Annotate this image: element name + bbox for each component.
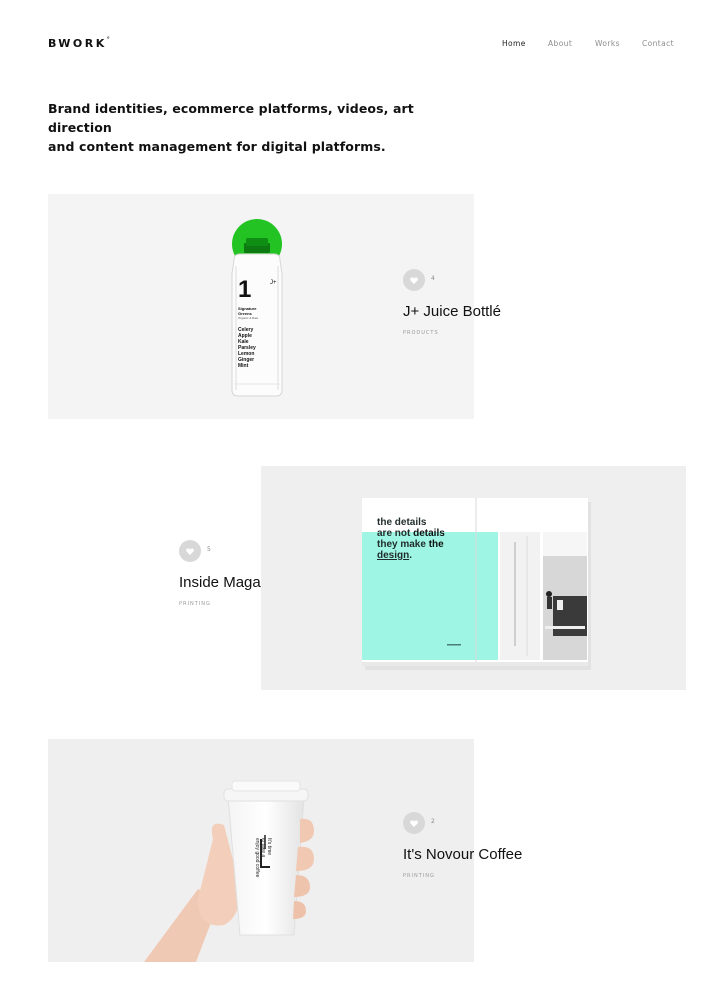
magazine-line-2a: are not: [377, 528, 414, 539]
bottle-ingredients: Celery Apple Kale Parsley Lemon Ginger M…: [238, 327, 278, 369]
like-count: 2: [431, 818, 435, 825]
cup-text-3: enjoy good coffee: [254, 838, 260, 878]
bottle-label: 1 J+ Signature Greens Organic & Raw Cele…: [238, 278, 278, 370]
like-count: 5: [207, 546, 211, 553]
like-row: 2: [403, 812, 522, 836]
project-info-juice-bottle: 4 J+ Juice Bottlé PRODUCTS: [403, 269, 501, 336]
magazine-line-2b: details: [413, 528, 445, 539]
intro-line-2: and content management for digital platf…: [48, 139, 386, 154]
magazine-line-3a: they make: [377, 539, 429, 550]
like-button[interactable]: [179, 540, 201, 562]
bottle-subtitle-3: Organic & Raw: [238, 316, 259, 320]
cup-text-1: It's time: [266, 838, 272, 856]
nav-home[interactable]: Home: [502, 39, 526, 48]
like-row: 4: [403, 269, 501, 293]
magazine-line-3: they make the: [377, 539, 445, 550]
cup-text: It's time to take a enjoy good coffee: [254, 838, 272, 877]
bottle-brand: J+: [270, 280, 277, 286]
magazine-line-4: design.: [377, 550, 445, 561]
intro-line-1: Brand identities, ecommerce platforms, v…: [48, 101, 414, 135]
magazine-line-4a: design: [377, 550, 410, 561]
cup-text-2: to take a: [260, 838, 266, 858]
magazine-line-2: are not details: [377, 528, 445, 539]
project-info-coffee: 2 It's Novour Coffee PRINTING: [403, 812, 522, 879]
magazine-line-3b: the: [428, 539, 444, 550]
magazine-line-1: the details: [377, 517, 427, 528]
project-category: PRODUCTS: [403, 330, 439, 336]
magazine-headline: the details are not details they make th…: [377, 517, 445, 561]
heart-icon: [410, 276, 418, 284]
ingredient: Mint: [238, 363, 249, 369]
heart-icon: [410, 819, 418, 827]
nav-about[interactable]: About: [548, 39, 572, 48]
magazine-illustration: [362, 498, 591, 670]
like-button[interactable]: [403, 269, 425, 291]
like-count: 4: [431, 275, 435, 282]
main-nav: Home About Works Contact: [0, 39, 720, 49]
intro-text: Brand identities, ecommerce platforms, v…: [48, 99, 468, 156]
nav-works[interactable]: Works: [595, 39, 620, 48]
project-title[interactable]: J+ Juice Bottlé: [403, 303, 501, 320]
heart-icon: [186, 547, 194, 555]
project-image-magazine[interactable]: the details are not details they make th…: [261, 466, 686, 690]
magazine-line-4b: .: [409, 550, 413, 561]
like-button[interactable]: [403, 812, 425, 834]
nav-contact[interactable]: Contact: [642, 39, 674, 48]
project-title[interactable]: It's Novour Coffee: [403, 846, 522, 863]
project-category: PRINTING: [403, 873, 435, 879]
